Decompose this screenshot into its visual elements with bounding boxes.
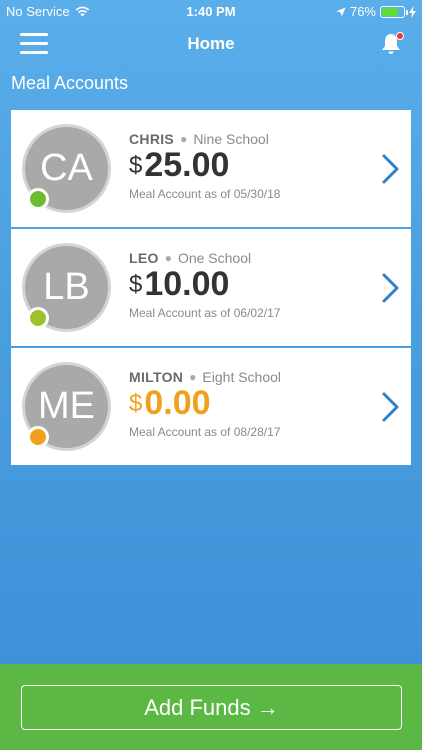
avatar-initials: LB [43,266,90,308]
school-name: Eight School [202,369,282,385]
battery-percent: 76% [349,4,376,19]
notification-bell-icon[interactable] [380,32,404,56]
footer-bar: Add Funds → [0,664,422,750]
school-name: One School [177,250,252,266]
balance: $ 25.00 [129,148,280,182]
avatar-initials: ME [38,385,95,427]
name-line: LEO ● One School [129,250,280,266]
avatar-initials: CA [40,147,93,189]
student-name: MILTON [129,369,184,385]
account-info: CHRIS ● Nine School $ 25.00 Meal Account… [129,131,280,201]
chevron-right-icon[interactable] [381,272,401,304]
account-card-milton[interactable]: ME MILTON ● Eight School $ 0.00 Meal Acc… [11,348,411,465]
status-dot [27,426,49,448]
notification-badge [396,32,404,40]
page-title: Home [187,34,235,53]
chevron-right-icon[interactable] [381,153,401,185]
status-right: 76% [336,4,416,19]
status-dot [27,188,49,210]
balance-value: 25.00 [144,146,230,184]
separator-dot: ● [180,132,188,146]
account-card-chris[interactable]: CA CHRIS ● Nine School $ 25.00 Meal Acco… [11,110,411,227]
student-name: LEO [129,250,159,266]
meal-accounts-list: CA CHRIS ● Nine School $ 25.00 Meal Acco… [11,110,411,467]
as-of-date: Meal Account as of 06/02/17 [129,306,281,320]
balance: $ 0.00 [129,386,281,420]
battery-icon [380,5,408,18]
currency-symbol: $ [129,152,143,179]
name-line: MILTON ● Eight School [129,369,281,385]
status-dot [27,307,49,329]
as-of-date: Meal Account as of 05/30/18 [129,187,281,201]
charging-bolt-icon [409,5,416,18]
account-info: LEO ● One School $ 10.00 Meal Account as… [129,250,280,320]
balance-value: 0.00 [144,384,211,422]
school-name: Nine School [193,131,269,147]
name-line: CHRIS ● Nine School [129,131,280,147]
location-arrow-icon [336,7,346,16]
separator-dot: ● [164,251,172,265]
add-funds-button[interactable]: Add Funds → [21,685,402,730]
account-info: MILTON ● Eight School $ 0.00 Meal Accoun… [129,369,281,439]
battery-fill [382,7,398,16]
chevron-right-icon[interactable] [381,391,401,423]
balance: $ 10.00 [129,267,280,301]
status-bar: No Service 1:40 PM 76% [0,0,422,24]
currency-symbol: $ [129,271,143,298]
nav-bar: Home [0,24,422,64]
student-name: CHRIS [129,131,175,147]
currency-symbol: $ [129,390,143,417]
separator-dot: ● [189,370,197,384]
account-card-leo[interactable]: LB LEO ● One School $ 10.00 Meal Account… [11,229,411,346]
balance-value: 10.00 [144,265,230,303]
section-title: Meal Accounts [11,73,129,93]
as-of-date: Meal Account as of 08/28/17 [129,425,281,439]
